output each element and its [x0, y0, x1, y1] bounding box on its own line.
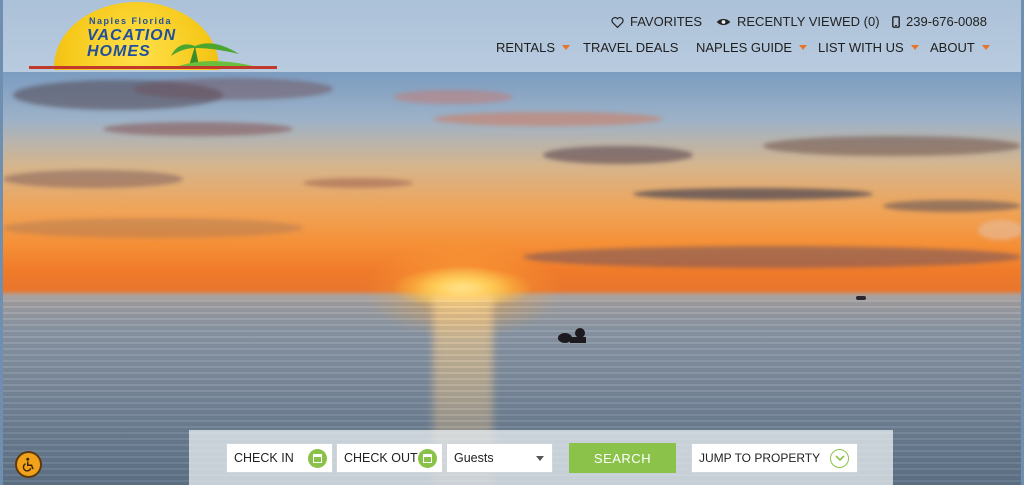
cloud — [3, 170, 183, 188]
cloud — [763, 136, 1021, 156]
logo-top-text: Naples Florida — [89, 16, 173, 26]
cloud — [303, 178, 413, 188]
caret-down-icon — [910, 45, 919, 50]
caret-down-icon — [981, 45, 990, 50]
check-in-label: CHECK IN — [234, 451, 294, 465]
jump-to-property-select[interactable]: JUMP TO PROPERTY — [691, 443, 858, 473]
logo-underline — [29, 66, 277, 69]
palm-icon — [171, 43, 253, 66]
site-logo[interactable]: Naples Florida VACATION HOMES — [29, 2, 279, 70]
nav-travel-deals-label: TRAVEL DEALS — [583, 40, 679, 55]
search-button-label: SEARCH — [593, 450, 652, 466]
phone-number: 239-676-0088 — [906, 14, 987, 29]
guests-select[interactable]: Guests — [446, 443, 553, 473]
nav-rentals-label: RENTALS — [496, 40, 555, 55]
phone-icon — [892, 15, 900, 28]
cloud — [543, 146, 693, 164]
distant-swimmers — [856, 296, 866, 300]
hero-sunset-image — [3, 0, 1021, 485]
nav-naples-guide-label: NAPLES GUIDE — [696, 40, 793, 55]
heart-icon — [611, 16, 624, 28]
cloud — [393, 90, 513, 104]
favorites-link[interactable]: FAVORITES — [611, 14, 702, 29]
favorites-label: FAVORITES — [630, 14, 702, 29]
page-frame: Naples Florida VACATION HOMES FAVORITES … — [3, 0, 1021, 485]
search-button[interactable]: SEARCH — [569, 443, 676, 473]
check-in-field[interactable]: CHECK IN — [226, 443, 333, 473]
guests-label: Guests — [454, 451, 494, 465]
nav-list-with-us-label: LIST WITH US — [818, 40, 904, 55]
chevron-down-icon — [830, 449, 849, 468]
jump-to-property-label: JUMP TO PROPERTY — [699, 451, 821, 465]
cloud — [3, 218, 303, 238]
caret-down-icon — [799, 45, 808, 50]
nav-about-label: ABOUT — [930, 40, 975, 55]
check-out-field[interactable]: CHECK OUT — [336, 443, 443, 473]
cloud — [633, 188, 873, 200]
cloud — [103, 122, 293, 136]
logo-line1: VACATION — [87, 27, 177, 44]
cloud — [523, 246, 1021, 268]
check-out-label: CHECK OUT — [344, 451, 418, 465]
cloud — [133, 78, 333, 100]
nav-travel-deals[interactable]: TRAVEL DEALS — [583, 40, 678, 55]
cloud — [883, 200, 1021, 212]
dropdown-arrow-icon — [536, 456, 544, 461]
nav-rentals[interactable]: RENTALS — [496, 40, 570, 55]
logo-line2: HOMES — [87, 43, 151, 60]
calendar-icon[interactable] — [418, 449, 437, 468]
nav-naples-guide[interactable]: NAPLES GUIDE — [696, 40, 808, 55]
recently-viewed-link[interactable]: RECENTLY VIEWED (0) — [716, 14, 880, 29]
swimmer-silhouette — [558, 328, 586, 343]
logo-title: VACATION HOMES — [87, 28, 176, 60]
recently-viewed-label: RECENTLY VIEWED (0) — [737, 14, 880, 29]
nav-about[interactable]: ABOUT — [930, 40, 990, 55]
calendar-icon[interactable] — [308, 449, 327, 468]
phone-link[interactable]: 239-676-0088 — [892, 14, 987, 29]
cloud — [978, 220, 1021, 240]
caret-down-icon — [562, 45, 570, 50]
nav-list-with-us[interactable]: LIST WITH US — [818, 40, 919, 55]
eye-icon — [716, 18, 731, 25]
accessibility-icon[interactable] — [15, 451, 42, 478]
cloud — [433, 112, 663, 126]
